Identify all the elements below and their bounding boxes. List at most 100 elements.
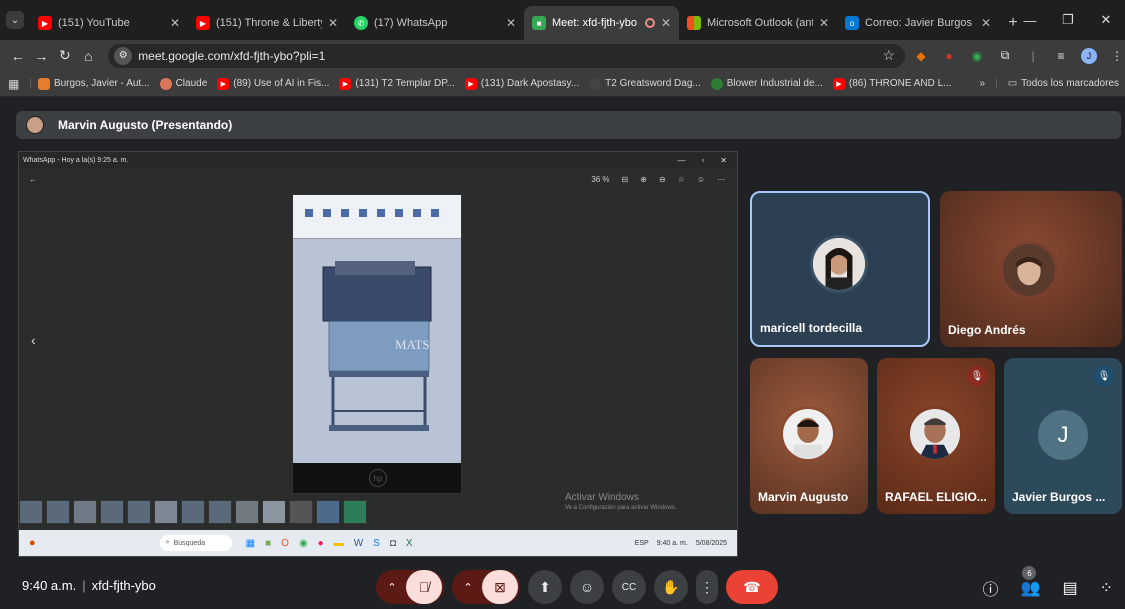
- tab-meet[interactable]: ■ Meet: xfd-fjth-ybo ✕: [524, 6, 679, 40]
- laptop-screen: MATS: [293, 195, 461, 463]
- leave-call-button[interactable]: ☎: [726, 570, 778, 604]
- reading-list-icon[interactable]: ≡: [1053, 48, 1069, 64]
- divider: |: [1031, 48, 1035, 63]
- close-icon[interactable]: ✕: [506, 16, 516, 30]
- site-info-icon[interactable]: ⚙: [114, 46, 133, 65]
- all-bookmarks-label: Todos los marcadores: [1021, 78, 1119, 89]
- emoji-button[interactable]: ☺: [570, 570, 604, 604]
- bookmark-item[interactable]: ▶ (131) Dark Apostasy...: [464, 77, 579, 90]
- kebab-menu-icon[interactable]: ⋮: [1109, 48, 1125, 64]
- chrome-icon: ◉: [298, 537, 308, 549]
- extension-fox-icon[interactable]: ◆: [913, 48, 929, 64]
- avatar-initial: J: [1057, 422, 1069, 447]
- bookmark-item[interactable]: Blower Industrial de...: [710, 77, 823, 90]
- close-window-icon[interactable]: ✕: [1087, 0, 1125, 40]
- present-button[interactable]: ⬆: [528, 570, 562, 604]
- participant-tile-rafael[interactable]: 🎙 RAFAEL ELIGIO...: [877, 358, 995, 514]
- chevron-left-icon: ‹: [31, 332, 36, 348]
- participant-avatar: [907, 406, 963, 462]
- bookmark-item[interactable]: ▶ (131) T2 Templar DP...: [339, 77, 455, 90]
- claude-icon: [159, 77, 172, 90]
- camera-off-icon[interactable]: ⊠: [482, 570, 518, 604]
- windows-icon: ▦: [245, 537, 256, 549]
- meeting-time: 9:40 a.m.: [22, 578, 77, 593]
- recording-icon: [644, 18, 655, 28]
- url-text: meet.google.com/xfd-fjth-ybo?pli=1: [138, 48, 326, 63]
- close-icon[interactable]: ✕: [661, 16, 671, 30]
- cad-ribbon: [293, 195, 461, 239]
- reload-icon[interactable]: ↻: [53, 47, 77, 64]
- taskbar-lang: ESP: [634, 539, 649, 547]
- close-icon[interactable]: ✕: [328, 16, 338, 30]
- back-icon[interactable]: ←: [6, 48, 30, 64]
- participant-avatar: [780, 406, 836, 462]
- microphone-off-icon[interactable]: 🎙̸: [406, 570, 442, 604]
- participant-tile-maricell[interactable]: maricell tordecilla: [750, 191, 930, 347]
- address-bar[interactable]: ⚙ meet.google.com/xfd-fjth-ybo?pli=1 ☆: [108, 43, 905, 68]
- window-controls: — ❐ ✕: [1011, 0, 1125, 40]
- tab-youtube[interactable]: ▶ (151) YouTube ✕: [30, 6, 188, 40]
- captions-button[interactable]: CC: [612, 570, 646, 604]
- camera-toggle[interactable]: ⌃ ⊠: [452, 570, 520, 604]
- activate-title: Activar Windows: [565, 492, 639, 503]
- close-icon[interactable]: ✕: [819, 16, 829, 30]
- bookmark-item[interactable]: T2 Greatsword Dag...: [589, 77, 701, 90]
- meet-control-bar: 9:40 a.m. | xfd-fjth-ybo ⌃ 🎙̸ ⌃ ⊠ ⬆ ☺ CC ✋…: [0, 564, 1125, 609]
- info-icon[interactable]: ⓘ: [983, 576, 999, 600]
- activities-icon[interactable]: ⁘: [1100, 578, 1113, 598]
- chevron-up-icon[interactable]: ⌃: [378, 581, 406, 594]
- bookmark-star-icon[interactable]: ☆: [882, 47, 895, 64]
- bookmark-item[interactable]: Claude: [159, 77, 207, 90]
- more-options-button[interactable]: ⋮: [696, 570, 718, 604]
- people-button[interactable]: 👥 6: [1021, 566, 1040, 598]
- folder-icon: ▭: [1007, 78, 1018, 89]
- chat-icon[interactable]: ▤: [1062, 578, 1077, 598]
- tab-throne-liberty[interactable]: ▶ (151) Throne & Liberty - N ✕: [188, 6, 346, 40]
- extension-green-icon[interactable]: ◉: [969, 48, 985, 64]
- microphone-toggle[interactable]: ⌃ 🎙̸: [376, 570, 444, 604]
- close-icon[interactable]: ✕: [170, 16, 180, 30]
- bookmarks-overflow[interactable]: »: [980, 78, 986, 89]
- bookmark-item[interactable]: Burgos, Javier - Aut...: [37, 77, 150, 90]
- close-icon[interactable]: ✕: [981, 16, 991, 30]
- participant-tile-diego[interactable]: Diego Andrés: [940, 191, 1122, 347]
- shared-window-titlebar: WhatsApp - Hoy a la(s) 9:25 a. m. — ▫ ✕: [19, 152, 737, 168]
- apps-grid-icon[interactable]: ▦: [8, 77, 19, 91]
- back-arrow-icon: ←: [29, 174, 37, 184]
- minimize-icon[interactable]: —: [1011, 0, 1049, 40]
- tab-title: (151) Throne & Liberty - N: [216, 17, 322, 29]
- bookmark-item[interactable]: ▶ (89) Use of AI in Fis...: [217, 77, 329, 90]
- tab-whatsapp[interactable]: ✆ (17) WhatsApp ✕: [346, 6, 524, 40]
- bookmark-label: Burgos, Javier - Aut...: [53, 78, 150, 89]
- tab-outlook[interactable]: Microsoft Outlook (anterio ✕: [679, 6, 837, 40]
- present-icon: ⬆: [539, 578, 551, 595]
- participant-name: maricell tordecilla: [760, 321, 863, 335]
- participant-tile-javier[interactable]: 🎙 J Javier Burgos ...: [1004, 358, 1122, 514]
- chevron-up-icon[interactable]: ⌃: [454, 581, 482, 594]
- extensions-puzzle-icon[interactable]: ⧉: [997, 48, 1013, 64]
- raise-hand-button[interactable]: ✋: [654, 570, 688, 604]
- participant-avatar: [1000, 241, 1058, 299]
- tab-correo[interactable]: o Correo: Javier Burgos Verg ✕: [837, 6, 999, 40]
- youtube-icon: ▶: [464, 77, 477, 90]
- home-icon[interactable]: ⌂: [77, 48, 101, 64]
- shared-screen[interactable]: WhatsApp - Hoy a la(s) 9:25 a. m. — ▫ ✕ ← …: [18, 151, 738, 557]
- avatar-photo: [813, 238, 865, 290]
- tab-search-button[interactable]: ⌄: [0, 0, 30, 40]
- taskbar-apps: ▦ ■ O ◉ ● ▬ W S ◘ X: [246, 538, 413, 549]
- participant-initial-avatar: J: [1038, 410, 1088, 460]
- youtube-icon: ▶: [196, 16, 210, 30]
- shared-photo: MATS hp: [292, 194, 462, 494]
- participant-tile-marvin[interactable]: Marvin Augusto: [750, 358, 868, 514]
- all-bookmarks-folder[interactable]: ▭ Todos los marcadores: [1008, 78, 1119, 89]
- profile-avatar-icon[interactable]: J: [1081, 47, 1097, 64]
- avatar-photo: [910, 409, 960, 459]
- forward-icon[interactable]: →: [30, 48, 54, 64]
- bookmark-label: T2 Greatsword Dag...: [605, 78, 701, 89]
- more-vert-icon: ⋮: [700, 578, 714, 595]
- restore-icon[interactable]: ❐: [1049, 0, 1087, 40]
- bookmark-item[interactable]: ▶ (86) THRONE AND L...: [832, 77, 952, 90]
- extension-shield-icon[interactable]: ●: [941, 48, 957, 64]
- skype-icon: S: [373, 537, 380, 549]
- avatar-photo: [1003, 244, 1055, 296]
